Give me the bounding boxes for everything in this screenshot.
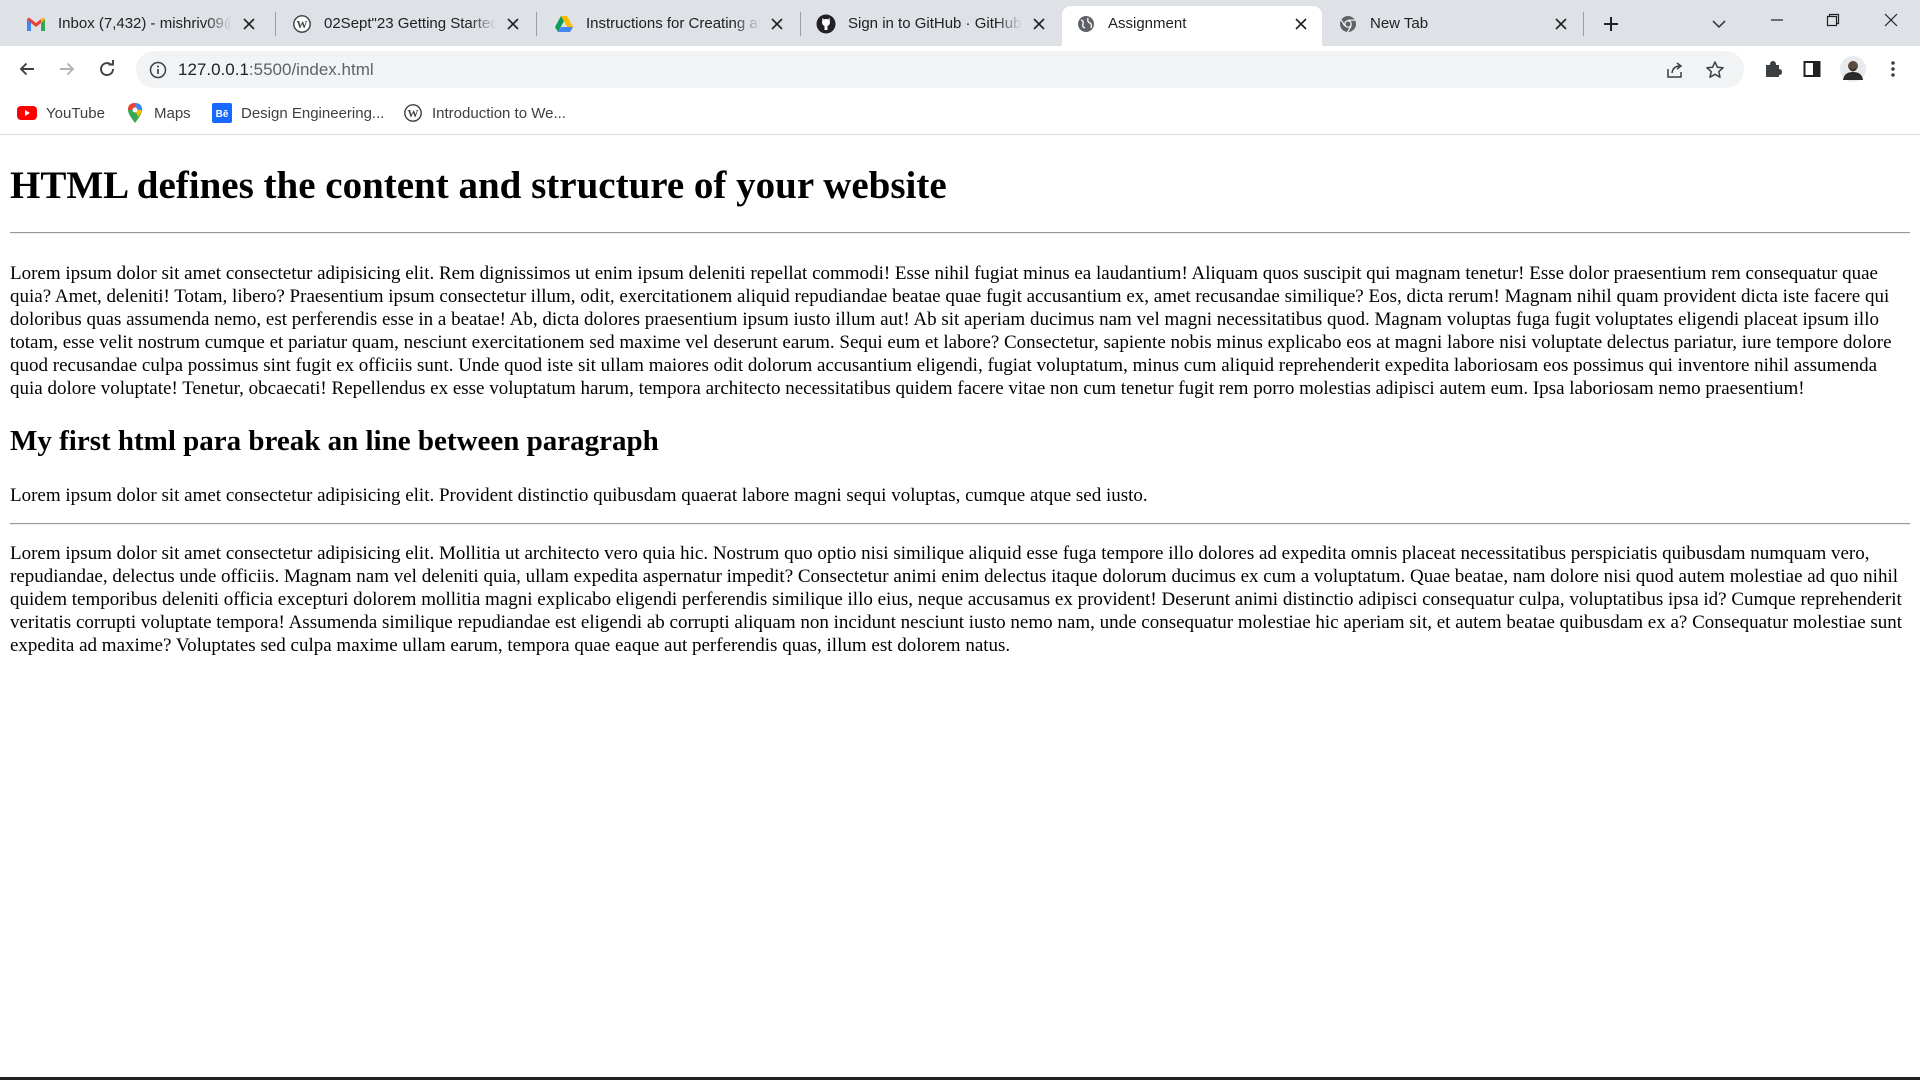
bookmark-label: Maps xyxy=(154,104,191,122)
bookmark-label: Introduction to We... xyxy=(432,104,566,122)
side-panel-button[interactable] xyxy=(1795,52,1829,86)
browser-toolbar: 127.0.0.1:5500/index.html xyxy=(0,46,1920,92)
bookmark-label: YouTube xyxy=(46,104,105,122)
tab-search-button[interactable] xyxy=(1704,9,1734,39)
star-icon xyxy=(1706,61,1724,78)
close-icon[interactable] xyxy=(1552,15,1570,33)
tab-title: Assignment xyxy=(1108,15,1187,32)
paragraph-final: Lorem ipsum dolor sit amet consectetur a… xyxy=(10,543,1903,656)
close-window-button[interactable] xyxy=(1866,0,1916,40)
wordpress-icon: W xyxy=(292,14,312,34)
divider xyxy=(10,523,1910,525)
close-icon[interactable] xyxy=(504,15,522,33)
paragraph-intro: Lorem ipsum dolor sit amet consectetur a… xyxy=(10,263,1892,399)
back-button[interactable] xyxy=(10,52,44,86)
svg-text:W: W xyxy=(297,19,308,31)
chrome-icon xyxy=(1338,14,1358,34)
minimize-icon xyxy=(1771,19,1783,21)
paragraph-short: Lorem ipsum dolor sit amet consectetur a… xyxy=(10,485,1148,506)
extensions-button[interactable] xyxy=(1756,52,1790,86)
bookmarks-bar: YouTube Maps Bē Design Engineering... W … xyxy=(0,92,1920,135)
tab-separator xyxy=(1583,12,1584,36)
youtube-icon xyxy=(17,103,37,123)
page-content: HTML defines the content and structure o… xyxy=(0,136,1920,1077)
close-icon xyxy=(1884,13,1898,27)
tab-strip: Inbox (7,432) - mishriv09@gmail.com W 02… xyxy=(0,0,1920,46)
tab-separator xyxy=(800,12,801,36)
minimize-button[interactable] xyxy=(1752,0,1802,40)
section-heading: My first html para break an line between… xyxy=(10,425,659,457)
tab-assignment[interactable]: Assignment xyxy=(1062,6,1322,46)
tab-new-tab[interactable]: New Tab xyxy=(1324,6,1582,41)
google-drive-icon xyxy=(554,14,574,34)
info-icon[interactable] xyxy=(148,60,168,80)
share-icon xyxy=(1667,62,1683,78)
tab-separator xyxy=(275,12,276,36)
close-icon[interactable] xyxy=(240,15,258,33)
maps-icon xyxy=(125,103,145,123)
tab-google-drive[interactable]: Instructions for Creating and xyxy=(540,6,798,41)
url-text: 127.0.0.1:5500/index.html xyxy=(178,60,374,80)
page-title: HTML defines the content and structure o… xyxy=(10,164,947,207)
side-panel-icon xyxy=(1803,61,1821,77)
arrow-right-icon xyxy=(60,62,75,76)
tab-github[interactable]: Sign in to GitHub · GitHub xyxy=(802,6,1060,41)
bookmark-introduction-to-web[interactable]: W Introduction to We... xyxy=(403,102,566,124)
url-path: :5500/index.html xyxy=(248,60,374,79)
gmail-icon xyxy=(26,14,46,34)
puzzle-icon xyxy=(1766,61,1782,77)
bookmark-maps[interactable]: Maps xyxy=(125,102,191,124)
plus-icon xyxy=(1604,17,1618,31)
avatar xyxy=(1840,56,1866,82)
tab-title: Sign in to GitHub · GitHub xyxy=(848,15,1022,32)
arrow-left-icon xyxy=(19,62,34,76)
tab-gmail[interactable]: Inbox (7,432) - mishriv09@gmail.com xyxy=(12,6,270,41)
reload-icon xyxy=(100,60,114,77)
svg-text:Bē: Bē xyxy=(216,109,229,120)
tab-title: Instructions for Creating and xyxy=(586,15,760,32)
wordpress-icon: W xyxy=(403,103,423,123)
menu-button[interactable] xyxy=(1876,52,1910,86)
bookmark-youtube[interactable]: YouTube xyxy=(17,102,105,124)
forward-button[interactable] xyxy=(50,52,84,86)
tab-title: Inbox (7,432) - mishriv09@gmail.com xyxy=(58,15,232,32)
behance-icon: Bē xyxy=(212,103,232,123)
more-vertical-icon xyxy=(1891,61,1895,77)
tab-separator xyxy=(536,12,537,36)
svg-text:W: W xyxy=(408,108,419,120)
share-button[interactable] xyxy=(1660,55,1690,85)
restore-icon xyxy=(1826,13,1840,27)
bookmark-label: Design Engineering... xyxy=(241,104,385,122)
tab-title: New Tab xyxy=(1370,15,1429,32)
divider xyxy=(10,232,1910,234)
github-icon xyxy=(816,14,836,34)
reload-button[interactable] xyxy=(90,52,124,86)
bookmark-design-engineering[interactable]: Bē Design Engineering... xyxy=(212,102,384,124)
profile-button[interactable] xyxy=(1836,52,1870,86)
url-host: 127.0.0.1 xyxy=(178,60,249,79)
restore-button[interactable] xyxy=(1808,0,1858,40)
tab-title: 02Sept"23 Getting Started with xyxy=(324,15,496,32)
new-tab-button[interactable] xyxy=(1596,9,1626,39)
tab-wordpress-getting-started[interactable]: W 02Sept"23 Getting Started with xyxy=(278,6,534,41)
bookmark-star-button[interactable] xyxy=(1700,55,1730,85)
address-bar[interactable]: 127.0.0.1:5500/index.html xyxy=(136,51,1744,88)
chevron-down-icon xyxy=(1712,20,1726,29)
globe-icon xyxy=(1076,14,1096,34)
close-icon[interactable] xyxy=(1030,15,1048,33)
close-icon[interactable] xyxy=(1292,15,1310,33)
close-icon[interactable] xyxy=(768,15,786,33)
